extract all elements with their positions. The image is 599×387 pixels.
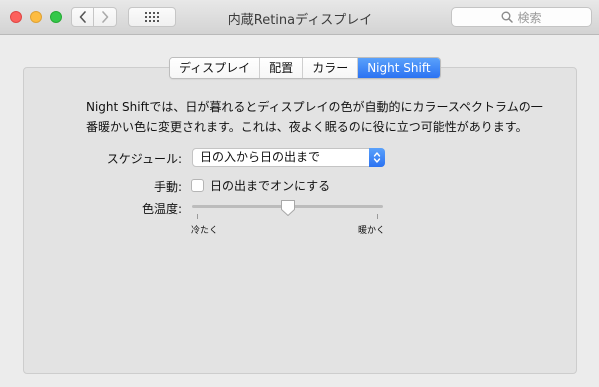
forward-button[interactable] <box>94 7 117 27</box>
night-shift-description: Night Shiftでは、日が暮れるとディスプレイの色が自動的にカラースペクト… <box>86 100 543 134</box>
manual-option-label[interactable]: 日の出までオンにする <box>210 177 330 194</box>
titlebar: 内蔵Retinaディスプレイ 検索 <box>0 0 599 35</box>
tab-arrangement[interactable]: 配置 <box>260 58 304 78</box>
grid-icon <box>145 12 159 22</box>
slider-min-label: 冷たく <box>191 226 219 236</box>
color-temperature-slider-thumb[interactable] <box>280 199 296 217</box>
search-placeholder: 検索 <box>517 10 542 25</box>
show-all-button[interactable] <box>128 7 176 27</box>
search-field[interactable]: 検索 <box>451 7 592 27</box>
window-title: 内蔵Retinaディスプレイ <box>227 13 373 28</box>
navigation-buttons <box>71 7 117 27</box>
updown-arrows-icon <box>369 148 385 167</box>
tab-color[interactable]: カラー <box>303 58 359 78</box>
tab-bar: ディスプレイ 配置 カラー Night Shift <box>169 57 441 79</box>
slider-max-label: 暖かく <box>358 226 386 236</box>
manual-label: 手動: <box>153 180 182 194</box>
schedule-select-value: 日の入から日の出まで <box>200 150 321 164</box>
color-temperature-label: 色温度: <box>141 202 182 216</box>
maximize-window-button[interactable] <box>50 11 62 23</box>
minimize-window-button[interactable] <box>30 11 42 23</box>
schedule-select[interactable]: 日の入から日の出まで <box>192 148 385 167</box>
slider-tick-min <box>197 214 198 219</box>
tab-display[interactable]: ディスプレイ <box>170 58 261 78</box>
preferences-window: 内蔵Retinaディスプレイ 検索 ディスプレイ 配置 カラー Night Sh… <box>0 0 599 387</box>
manual-checkbox-row[interactable]: 日の出までオンにする <box>191 177 330 194</box>
back-button[interactable] <box>71 7 94 27</box>
chevron-left-icon <box>79 11 86 23</box>
close-window-button[interactable] <box>10 11 22 23</box>
slider-tick-max <box>377 214 378 219</box>
tab-night-shift[interactable]: Night Shift <box>358 58 440 78</box>
schedule-label: スケジュール: <box>106 152 182 166</box>
search-icon <box>501 11 514 23</box>
chevron-right-icon <box>102 11 109 23</box>
manual-checkbox[interactable] <box>191 179 204 192</box>
